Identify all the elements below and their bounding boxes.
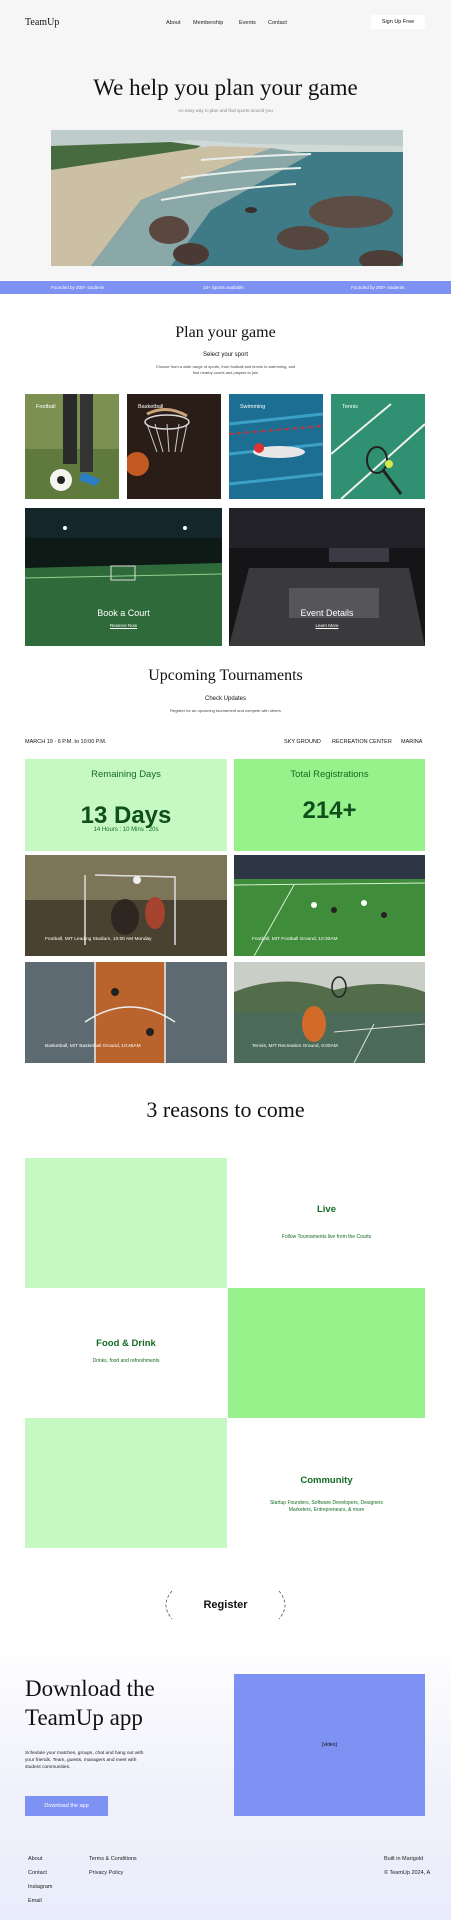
logo[interactable]: TeamUp (25, 17, 59, 28)
total-registrations-card: Total Registrations 214+ (234, 759, 425, 851)
sport-card-swimming[interactable]: Swimming (229, 394, 323, 499)
reason-image-block (25, 1158, 227, 1288)
reason-subtitle: Follow Tournaments live from the Courts (281, 1234, 372, 1240)
remaining-days-value: 13 Days (80, 802, 172, 829)
event-center: RECREATION CENTER (332, 739, 392, 745)
footer-about-link[interactable]: About (28, 1856, 42, 1862)
remaining-days-card: Remaining Days 13 Days 14 Hours : 10 Min… (25, 759, 227, 851)
reason-subtitle: Drinks, food and refreshments (92, 1358, 160, 1364)
tournament-caption: Football, MIT Football Ground, 10:30AM (252, 937, 338, 942)
hero-title: We help you plan your game (93, 75, 358, 100)
plan-description-line: find nearby courts and players to join (192, 370, 259, 375)
event-venue: SKY GROUND (284, 739, 321, 745)
band-left-text: Founded by 200+ students (51, 285, 105, 290)
footer-copyright: © TeamUp 2024, A (384, 1870, 431, 1876)
app-video-placeholder[interactable]: [video] (234, 1674, 425, 1816)
book-court-title: Book a Court (97, 608, 150, 618)
download-description-line: student communities. (25, 1765, 71, 1770)
sport-label: Tennis (342, 404, 358, 410)
upcoming-title: Upcoming Tournaments (148, 667, 303, 684)
register-label: Register (203, 1599, 248, 1611)
band-right-text: Founded by 200+ students (351, 285, 405, 290)
plan-description: Choose from a wide range of sports, from… (140, 364, 311, 376)
sport-label: Basketball (138, 404, 164, 410)
sport-card-basketball[interactable]: Basketball (127, 394, 221, 499)
hero-subtitle: An easy way to plan and find sports arou… (178, 108, 273, 113)
tournament-card[interactable]: Basketball, MIT Basketball Ground, 10:45… (25, 962, 227, 1063)
reason-title: Food & Drink (96, 1338, 156, 1349)
reason-image-block (25, 1418, 227, 1548)
registrations-value: 214+ (302, 797, 357, 824)
reason-community: Community Startup Founders, Software Dev… (228, 1418, 425, 1548)
footer-privacy-link[interactable]: Privacy Policy (89, 1870, 123, 1876)
download-description-line: Schedule your matches, groups, chat and … (25, 1751, 144, 1756)
reason-subtitle: Marketers, Entrepreneurs, & more (288, 1507, 365, 1513)
remaining-days-title: Remaining Days (91, 769, 161, 780)
event-details-link[interactable]: Learn More (229, 623, 425, 628)
nav-contact-link[interactable]: Contact (268, 20, 287, 26)
tournament-card[interactable]: Football, MIT Football Ground, 10:30AM (234, 855, 425, 956)
footer-instagram-link[interactable]: Instagram (28, 1884, 52, 1890)
upcoming-subtitle: Check Updates (204, 696, 247, 702)
tournament-caption: Football, MIT Leading Stadium, 10:00 AM … (45, 937, 152, 942)
sport-label: Swimming (240, 404, 266, 410)
download-description: Schedule your matches, groups, chat and … (25, 1750, 185, 1771)
plan-title: Plan your game (175, 324, 276, 341)
remaining-countdown: 14 Hours : 10 Mins : 20s (93, 827, 159, 833)
sport-card-football[interactable]: Football (25, 394, 119, 499)
event-details-title: Event Details (300, 608, 354, 618)
nav-about-link[interactable]: About (166, 20, 180, 26)
footer-built-in: Built in Marigold (384, 1856, 424, 1862)
reason-title: Live (316, 1204, 336, 1215)
download-title-line: TeamUp app (25, 1705, 143, 1730)
hero-beach-image (51, 130, 403, 266)
reason-subtitle: Startup Founders, Software Developers, D… (269, 1500, 384, 1506)
footer-email-link[interactable]: Email (28, 1898, 42, 1904)
event-details-card[interactable]: Event Details Learn More (229, 508, 425, 646)
reason-food-drink: Food & Drink Drinks, food and refreshmen… (25, 1288, 227, 1418)
tournament-caption: Tennis, MIT Recreation Ground, 5:00AM (252, 1044, 338, 1049)
tournament-caption: Basketball, MIT Basketball Ground, 10:45… (45, 1044, 141, 1049)
download-title-line: Download the (25, 1676, 155, 1701)
tournament-card[interactable]: Tennis, MIT Recreation Ground, 5:00AM (234, 962, 425, 1063)
signup-button[interactable]: Sign Up Free (371, 15, 425, 29)
footer-terms-link[interactable]: Terms & Conditions (89, 1856, 137, 1862)
download-title: Download the TeamUp app (25, 1674, 225, 1732)
reason-live: Live Follow Tournaments live from the Co… (228, 1158, 425, 1288)
stats-band: Founded by 200+ students 10+ Sports avai… (0, 281, 451, 294)
sport-card-tennis[interactable]: Tennis (331, 394, 425, 499)
book-court-card[interactable]: Book a Court Reserve Now (25, 508, 222, 646)
nav-events-link[interactable]: Events (239, 20, 256, 26)
band-center-text: 10+ Sports available (203, 285, 244, 290)
footer-contact-link[interactable]: Contact (28, 1870, 47, 1876)
download-description-line: your friends. Team, guests, managers and… (25, 1758, 137, 1763)
event-city: MARINA (401, 739, 423, 745)
registrations-title: Total Registrations (290, 769, 369, 780)
reasons-title: 3 reasons to come (146, 1097, 305, 1122)
plan-subtitle: Select your sport (202, 352, 249, 358)
sport-label: Football (36, 404, 56, 410)
tournament-card[interactable]: Football, MIT Leading Stadium, 10:00 AM … (25, 855, 227, 956)
book-court-link[interactable]: Reserve Now (25, 623, 222, 628)
reason-title: Community (300, 1475, 353, 1486)
register-button[interactable]: Register (158, 1589, 293, 1621)
download-app-button[interactable]: Download the app (25, 1796, 108, 1816)
event-date: MARCH 19 · 6 P.M. to 10:00 P.M. (25, 739, 107, 745)
upcoming-description: Register for an upcoming tournament and … (170, 708, 281, 713)
nav-membership-link[interactable]: Membership (193, 20, 223, 26)
reason-image-block (228, 1288, 425, 1418)
